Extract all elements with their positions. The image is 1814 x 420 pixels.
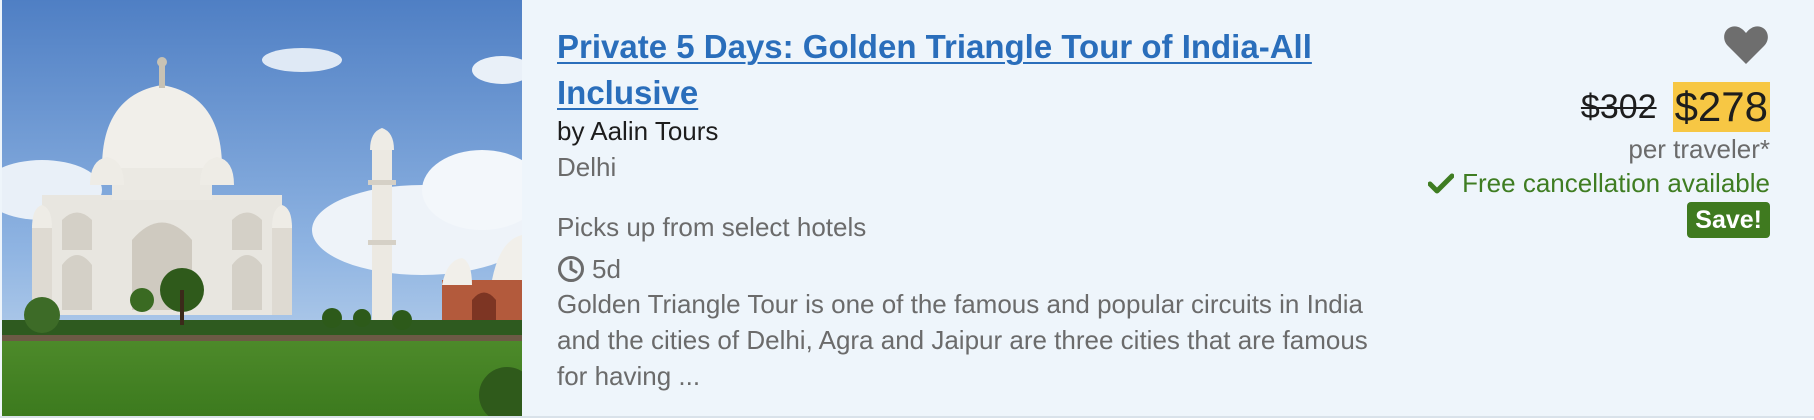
sale-price: $278 xyxy=(1672,82,1770,132)
duration-info: 5d xyxy=(557,252,621,286)
save-badge: Save! xyxy=(1687,202,1770,238)
per-traveler-label: per traveler* xyxy=(1628,134,1770,164)
free-cancellation-text: Free cancellation available xyxy=(1462,168,1770,198)
tour-location: Delhi xyxy=(557,152,617,182)
heart-icon[interactable] xyxy=(1723,24,1769,66)
clock-icon xyxy=(558,256,584,282)
tour-operator: by Aalin Tours xyxy=(557,116,719,146)
free-cancellation: Free cancellation available xyxy=(1428,168,1770,199)
price-row: $302 $278 xyxy=(1581,82,1770,132)
pickup-info: Picks up from select hotels xyxy=(557,212,867,242)
tour-photo[interactable] xyxy=(2,0,522,416)
check-icon xyxy=(1428,173,1455,193)
original-price: $302 xyxy=(1580,87,1657,126)
tour-listing-card[interactable]: Private 5 Days: Golden Triangle Tour of … xyxy=(0,0,1814,418)
tour-title-link[interactable]: Private 5 Days: Golden Triangle Tour of … xyxy=(557,24,1357,116)
duration-value: 5d xyxy=(592,253,621,284)
tour-description: Golden Triangle Tour is one of the famou… xyxy=(557,289,1368,391)
